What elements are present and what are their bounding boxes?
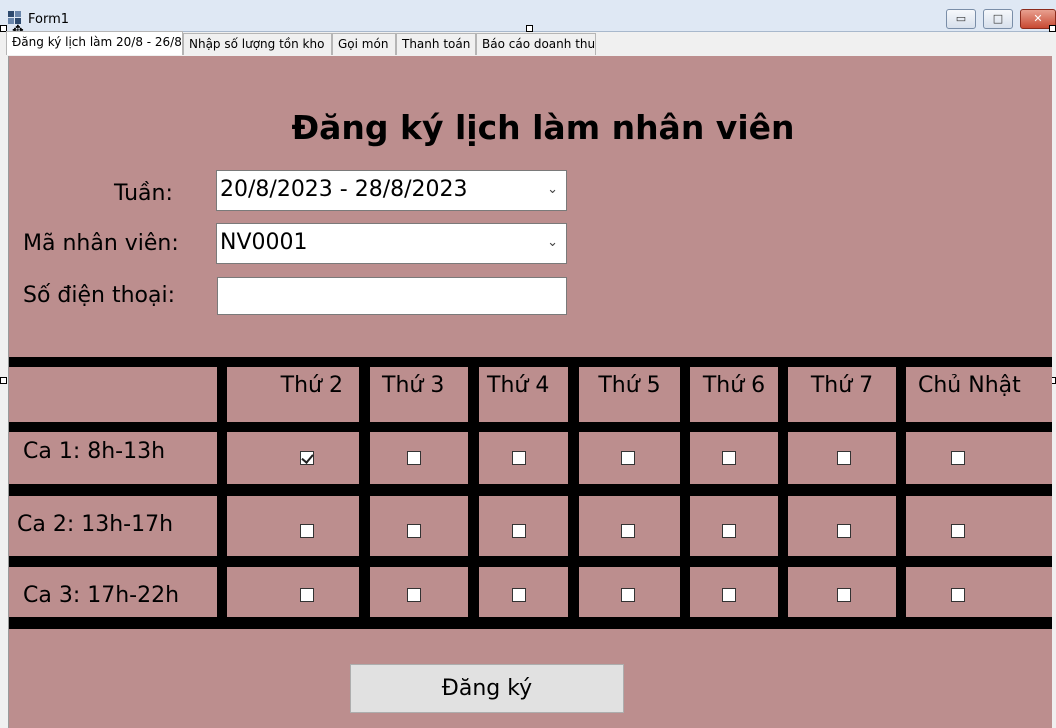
schedule-cell <box>227 496 359 556</box>
register-button[interactable]: Đăng ký <box>350 664 624 713</box>
shift-3-day-7-checkbox[interactable] <box>951 588 965 602</box>
schedule-cell <box>906 432 1052 484</box>
employee-id-label: Mã nhân viên: <box>23 231 179 256</box>
resize-handle[interactable] <box>1049 25 1056 32</box>
schedule-cell <box>906 496 1052 556</box>
page-title: Đăng ký lịch làm nhân viên <box>291 108 795 147</box>
minimize-button[interactable]: ▭ <box>946 9 976 29</box>
shift-3-day-6-checkbox[interactable] <box>837 588 851 602</box>
schedule-cell <box>227 432 359 484</box>
day-header-5: Thứ 6 <box>702 373 766 398</box>
day-header-6: Thứ 7 <box>810 373 874 398</box>
schedule-cell <box>906 567 1052 617</box>
shift-label-2: Ca 2: 13h-17h <box>17 512 174 537</box>
tab-payment[interactable]: Thanh toán <box>396 33 476 55</box>
shift-2-day-6-checkbox[interactable] <box>837 524 851 538</box>
shift-1-day-7-checkbox[interactable] <box>951 451 965 465</box>
shift-2-day-4-checkbox[interactable] <box>621 524 635 538</box>
shift-2-day-1-checkbox[interactable] <box>300 524 314 538</box>
week-select[interactable]: 20/8/2023 - 28/8/2023 ⌄ <box>216 170 567 211</box>
shift-2-day-2-checkbox[interactable] <box>407 524 421 538</box>
day-header-4: Thứ 5 <box>598 373 661 398</box>
shift-2-day-7-checkbox[interactable] <box>951 524 965 538</box>
phone-label: Số điện thoại: <box>23 283 176 308</box>
day-header-7: Chủ Nhật <box>918 373 1021 398</box>
shift-2-day-5-checkbox[interactable] <box>722 524 736 538</box>
tab-schedule[interactable]: Đăng ký lịch làm 20/8 - 26/8 <box>6 31 183 55</box>
shift-3-day-4-checkbox[interactable] <box>621 588 635 602</box>
shift-1-day-1-checkbox[interactable] <box>300 451 314 465</box>
day-header-3: Thứ 4 <box>487 373 550 398</box>
shift-1-day-2-checkbox[interactable] <box>407 451 421 465</box>
maximize-button[interactable]: □ <box>983 9 1013 29</box>
day-header-2: Thứ 3 <box>382 373 445 398</box>
shift-1-day-5-checkbox[interactable] <box>722 451 736 465</box>
tab-order[interactable]: Gọi món <box>332 33 396 55</box>
shift-3-day-5-checkbox[interactable] <box>722 588 736 602</box>
shift-label-3: Ca 3: 17h-22h <box>23 583 180 608</box>
schedule-grid: Thứ 2 Thứ 3 Thứ 4 Thứ 5 Thứ 6 Thứ 7 Chủ Nhật Ca… <box>9 357 1052 629</box>
schedule-cell <box>227 567 359 617</box>
phone-input[interactable] <box>217 277 567 315</box>
schedule-tab-page: Đăng ký lịch làm nhân viên Tuần: 20/8/20… <box>8 56 1052 728</box>
shift-3-day-1-checkbox[interactable] <box>300 588 314 602</box>
tab-inventory[interactable]: Nhập số lượng tồn kho <box>183 33 332 55</box>
shift-1-day-4-checkbox[interactable] <box>621 451 635 465</box>
window-title: Form1 <box>28 12 70 27</box>
shift-2-day-3-checkbox[interactable] <box>512 524 526 538</box>
chevron-down-icon: ⌄ <box>547 235 558 250</box>
resize-handle[interactable] <box>0 377 7 384</box>
shift-label-1: Ca 1: 8h-13h <box>23 439 166 464</box>
week-select-value: 20/8/2023 - 28/8/2023 <box>220 177 468 202</box>
day-header-1: Thứ 2 <box>280 373 343 398</box>
chevron-down-icon: ⌄ <box>547 182 558 197</box>
employee-id-select[interactable]: NV0001 ⌄ <box>216 223 567 264</box>
resize-handle[interactable] <box>526 25 533 32</box>
tab-strip: Đăng ký lịch làm 20/8 - 26/8 Nhập số lượ… <box>6 31 1050 55</box>
shift-3-day-2-checkbox[interactable] <box>407 588 421 602</box>
employee-id-value: NV0001 <box>220 230 308 255</box>
shift-3-day-3-checkbox[interactable] <box>512 588 526 602</box>
tab-revenue-report[interactable]: Báo cáo doanh thu <box>476 33 596 55</box>
shift-1-day-3-checkbox[interactable] <box>512 451 526 465</box>
week-label: Tuần: <box>114 181 173 206</box>
shift-1-day-6-checkbox[interactable] <box>837 451 851 465</box>
grid-corner-cell <box>9 367 217 422</box>
